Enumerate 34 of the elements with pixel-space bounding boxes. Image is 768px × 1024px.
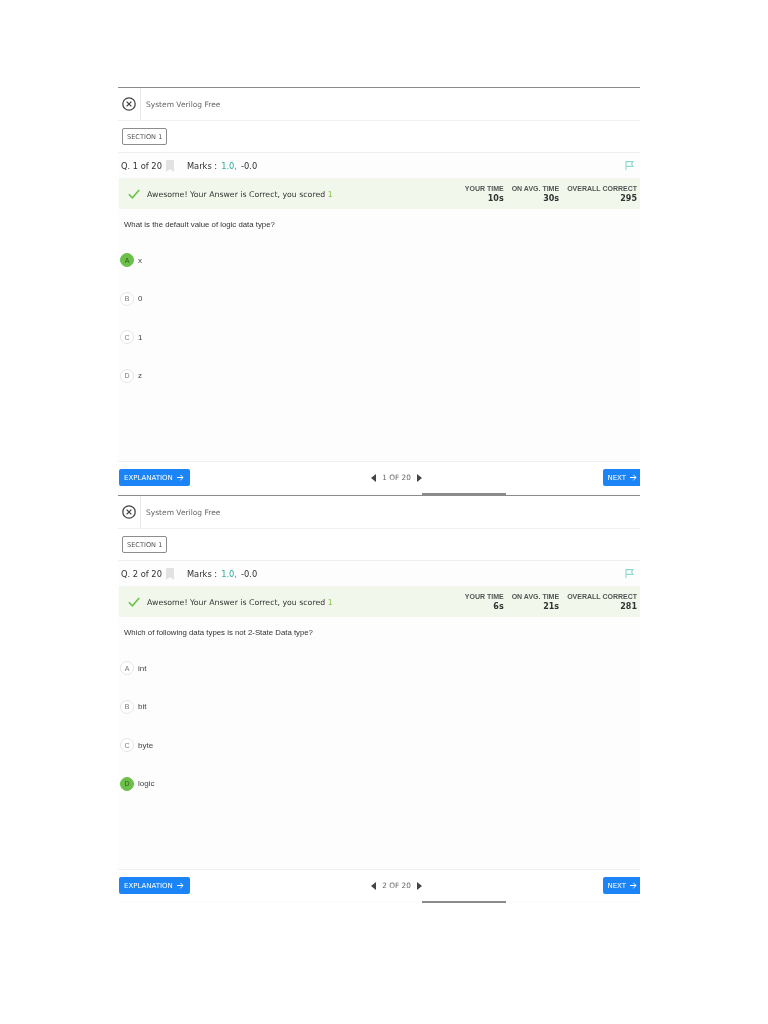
option-text: byte — [138, 740, 154, 750]
marks-label: Marks : — [186, 568, 218, 579]
arrow-right-icon — [630, 882, 637, 889]
stat-value: 10s — [487, 193, 504, 204]
check-icon — [128, 189, 140, 199]
previous-icon[interactable] — [371, 881, 377, 890]
option-text: z — [138, 371, 142, 381]
arrow-right-icon — [176, 882, 184, 889]
close-icon[interactable] — [122, 97, 136, 111]
option-text: logic — [138, 779, 155, 789]
option-text: 0 — [138, 294, 143, 304]
positive-marks: 1.0, — [221, 568, 237, 579]
option-text: x — [138, 255, 142, 265]
question-counter: Q. 2 of 20 — [121, 568, 162, 579]
marks-label: Marks : — [186, 160, 218, 171]
check-icon — [128, 597, 140, 607]
negative-marks: -0.0 — [241, 160, 258, 171]
question-counter: Q. 1 of 20 — [121, 160, 162, 171]
next-icon[interactable] — [416, 473, 422, 482]
previous-icon[interactable] — [371, 473, 377, 482]
stat-value: 281 — [620, 601, 637, 612]
close-icon[interactable] — [122, 505, 136, 519]
stat-value: 21s — [543, 601, 560, 612]
arrow-right-icon — [176, 474, 184, 481]
stat-value: 295 — [620, 193, 637, 204]
option-text: 1 — [138, 332, 143, 342]
option-text: bit — [138, 702, 147, 712]
arrow-right-icon — [630, 474, 637, 481]
positive-marks: 1.0, — [221, 160, 237, 171]
stat-value: 6s — [493, 601, 504, 612]
option-text: int — [138, 663, 147, 673]
stat-value: 30s — [543, 193, 560, 204]
negative-marks: -0.0 — [241, 568, 258, 579]
next-icon[interactable] — [416, 881, 422, 890]
